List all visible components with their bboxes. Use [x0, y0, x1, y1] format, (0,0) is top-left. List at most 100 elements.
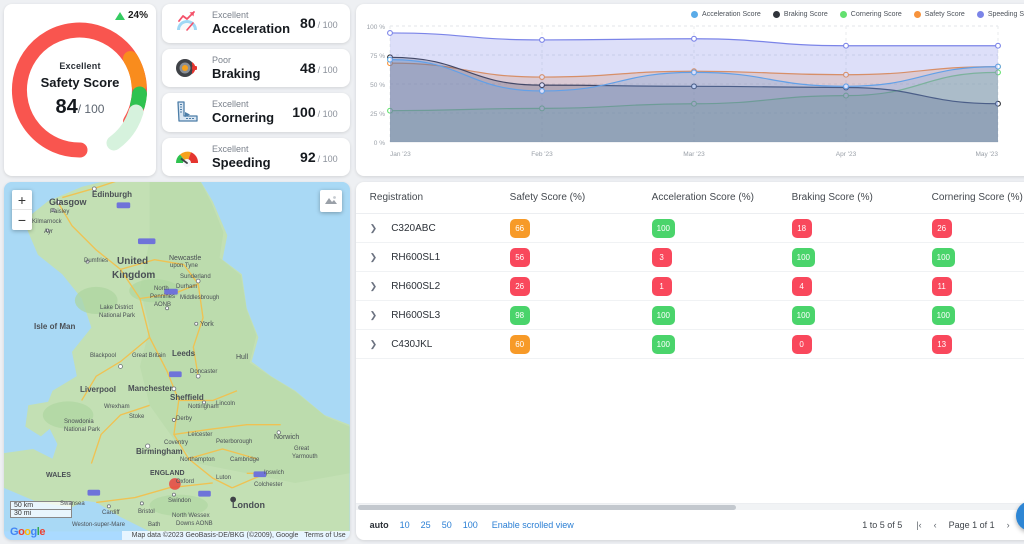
prev-page-icon[interactable]: ‹: [934, 520, 937, 530]
legend-item[interactable]: Acceleration Score: [691, 11, 761, 18]
page-size-50[interactable]: 50: [442, 520, 452, 530]
table-footer: auto 10 25 50 100 Enable scrolled view 1…: [356, 510, 1024, 540]
terms-of-use-link[interactable]: Terms of Use: [304, 532, 345, 539]
legend-color-dot: [773, 11, 780, 18]
score-card-acceleration[interactable]: Excellent Acceleration 80/ 100: [162, 4, 350, 43]
page-size-25[interactable]: 25: [421, 520, 431, 530]
page-info: Page 1 of 1: [949, 520, 995, 530]
google-logo: Google: [10, 526, 45, 538]
braking-score-badge: 100: [792, 306, 815, 325]
braking-score-badge-cell: 100: [792, 305, 932, 325]
score-value: 92/ 100: [300, 149, 338, 165]
registration-value: RH600SL2: [391, 281, 440, 292]
score-card-braking[interactable]: Poor Braking 48/ 100: [162, 49, 350, 88]
cornering-score-badge: 11: [932, 277, 952, 296]
cornering-score-badge: 100: [932, 248, 955, 267]
registration-cell: ❯ RH600SL2: [370, 281, 510, 292]
cornering-score-badge-cell: 13: [932, 334, 1024, 354]
legend-item[interactable]: Braking Score: [773, 11, 828, 18]
table-column-header[interactable]: Registration: [370, 192, 510, 203]
summary-section: 24% Excellent Safety Score 84/ 100: [4, 4, 350, 176]
enable-scrolled-view-link[interactable]: Enable scrolled view: [492, 520, 574, 530]
legend-item[interactable]: Safety Score: [914, 11, 965, 18]
table-row[interactable]: ❯C320ABC66 100 1826: [356, 214, 1024, 243]
map-attribution: Map data ©2023 GeoBasis-DE/BKG (©2009), …: [122, 531, 350, 540]
braking-score-badge-cell: 18: [792, 218, 932, 238]
gauge-label: Safety Score: [41, 75, 120, 90]
table-row[interactable]: ❯RH600SL398100100100: [356, 301, 1024, 330]
first-page-icon[interactable]: |‹: [916, 520, 921, 530]
table-column-header[interactable]: Cornering Score (%): [932, 192, 1024, 203]
safety-score-badge: 60: [510, 335, 530, 354]
chevron-right-icon[interactable]: ❯: [370, 281, 378, 292]
legend-color-dot: [691, 11, 698, 18]
safety-score-badge: 56: [510, 248, 530, 267]
svg-text:Jan '23: Jan '23: [390, 151, 411, 158]
cornering-score-badge: 13: [932, 335, 952, 354]
record-range: 1 to 5 of 5: [862, 520, 902, 530]
legend-color-dot: [977, 11, 984, 18]
score-name: Braking: [212, 66, 290, 81]
satellite-toggle-icon[interactable]: [320, 190, 342, 212]
svg-text:25 %: 25 %: [370, 111, 385, 118]
legend-item[interactable]: Cornering Score: [840, 11, 902, 18]
table-row[interactable]: ❯ C430JKL 60 100 0 13: [356, 330, 1024, 359]
vehicle-map[interactable]: + − 50 km 30 mi Google Map data ©2023 Ge…: [4, 182, 350, 540]
cornering-score-badge-cell: 100: [932, 305, 1024, 325]
zoom-in-button[interactable]: +: [12, 190, 32, 210]
scores-trend-chart: Acceleration Score Braking Score Cornering…: [356, 4, 1024, 176]
acceleration-score-badge: 1: [652, 277, 672, 296]
gauge-score-suffix: / 100: [78, 102, 105, 116]
page-size-auto[interactable]: auto: [370, 520, 389, 530]
chevron-right-icon[interactable]: ❯: [370, 339, 378, 350]
svg-text:0 %: 0 %: [373, 140, 384, 147]
safety-score-badge-cell: 60: [510, 334, 652, 354]
safety-score-badge-cell: 98: [510, 305, 652, 325]
score-rating: Excellent: [212, 99, 282, 109]
registration-value: C430JKL: [391, 339, 432, 350]
legend-label: Cornering Score: [851, 11, 902, 18]
safety-score-badge: 26: [510, 277, 530, 296]
score-rating: Excellent: [212, 144, 290, 154]
score-card-speeding[interactable]: Excellent Speeding 92/ 100: [162, 138, 350, 177]
svg-text:50 %: 50 %: [370, 82, 385, 89]
acceleration-score-badge: 100: [652, 335, 675, 354]
scale-mi: 30 mi: [10, 510, 72, 518]
table-column-header[interactable]: Safety Score (%): [510, 192, 652, 203]
chevron-right-icon[interactable]: ❯: [370, 252, 378, 263]
page-size-10[interactable]: 10: [400, 520, 410, 530]
score-number: 100: [292, 104, 315, 120]
registration-value: RH600SL1: [391, 252, 440, 263]
safety-score-badge-cell: 26: [510, 276, 652, 296]
registration-cell: ❯ RH600SL3: [370, 310, 510, 321]
page-size-100[interactable]: 100: [463, 520, 478, 530]
horizontal-scrollbar[interactable]: [356, 503, 1024, 510]
vehicle-scores-table: RegistrationSafety Score (%)Acceleration…: [356, 182, 1024, 540]
next-page-icon[interactable]: ›: [1007, 520, 1010, 530]
braking-score-badge: 4: [792, 277, 812, 296]
score-card-cornering[interactable]: Excellent Cornering 100/ 100: [162, 93, 350, 132]
table-row[interactable]: ❯ RH600SL2 26 1 4 11: [356, 272, 1024, 301]
table-column-header[interactable]: Braking Score (%): [792, 192, 932, 203]
gauge-rating: Excellent: [59, 61, 100, 71]
braking-score-badge: 0: [792, 335, 812, 354]
score-meta: Excellent Cornering: [212, 99, 282, 125]
acceleration-score-badge-cell: 100: [652, 305, 792, 325]
svg-text:75 %: 75 %: [370, 53, 385, 60]
map-zoom-controls[interactable]: + −: [12, 190, 32, 230]
legend-item[interactable]: Speeding Score: [977, 11, 1024, 18]
speeding-icon: [172, 142, 202, 172]
score-value: 100/ 100: [292, 104, 337, 120]
acceleration-score-badge: 100: [652, 219, 675, 238]
registration-value: RH600SL3: [391, 310, 440, 321]
registration-cell: ❯C320ABC: [370, 223, 510, 234]
safety-score-badge: 66: [510, 219, 530, 238]
zoom-out-button[interactable]: −: [12, 210, 32, 230]
chevron-right-icon[interactable]: ❯: [370, 310, 378, 321]
braking-icon: [172, 53, 202, 83]
score-meta: Excellent Acceleration: [212, 10, 290, 36]
table-row[interactable]: ❯RH600SL1563100100: [356, 243, 1024, 272]
cornering-score-badge: 26: [932, 219, 952, 238]
chevron-right-icon[interactable]: ❯: [370, 223, 378, 234]
table-column-header[interactable]: Acceleration Score (%): [652, 192, 792, 203]
